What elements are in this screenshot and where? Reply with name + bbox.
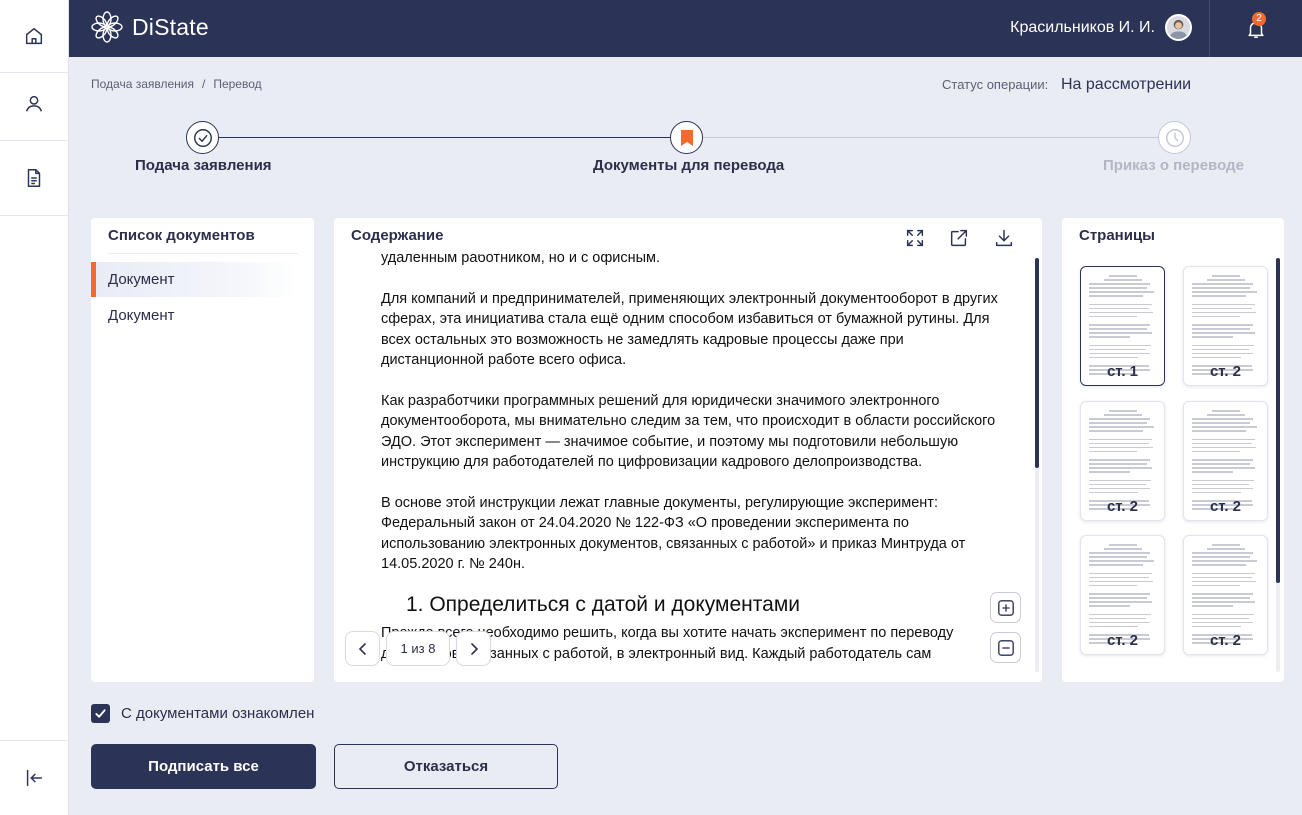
user-menu[interactable]: Красильников И. И. <box>1010 14 1192 41</box>
thumbnail-preview <box>1089 544 1157 646</box>
step-label-order: Приказ о переводе <box>1103 157 1244 174</box>
plus-square-icon <box>997 599 1014 616</box>
page-thumbnail[interactable]: ст. 2 <box>1183 401 1268 521</box>
rail-profile-button[interactable] <box>0 67 68 141</box>
documents-panel: Список документов Документ Документ <box>91 218 314 682</box>
check-circle-icon <box>193 128 212 147</box>
thumbnail-preview <box>1089 275 1157 377</box>
sign-all-button[interactable]: Подписать все <box>91 744 316 789</box>
document-paragraph: Для компаний и предпринимателей, применя… <box>381 290 998 369</box>
checkmark-icon <box>95 709 106 718</box>
chevron-right-icon <box>470 642 478 655</box>
bookmark-icon <box>680 129 693 146</box>
avatar-person-icon <box>1168 19 1189 39</box>
agreement-checkbox[interactable] <box>91 704 110 723</box>
agreement-label[interactable]: С документами ознакомлен <box>121 705 314 722</box>
page-thumbnail-label: ст. 2 <box>1209 632 1242 649</box>
document-icon <box>27 169 41 187</box>
avatar[interactable] <box>1165 14 1192 41</box>
documents-panel-title: Список документов <box>108 227 255 244</box>
breadcrumb-separator: / <box>201 77 206 91</box>
page-thumbnail[interactable]: ст. 2 <box>1080 401 1165 521</box>
notification-badge: 2 <box>1252 12 1266 26</box>
document-paragraph: Как разработчики программных решений для… <box>381 392 996 471</box>
page-thumbnail-label: ст. 2 <box>1106 498 1139 515</box>
pagination: 1 из 8 <box>345 631 491 666</box>
app-logo[interactable]: DiState <box>90 10 209 44</box>
thumbnail-preview <box>1192 275 1260 377</box>
fullscreen-icon[interactable] <box>904 227 926 249</box>
page-thumbnail-label: ст. 1 <box>1106 363 1139 380</box>
logout-icon <box>26 769 43 787</box>
notifications-button[interactable]: 2 <box>1209 0 1302 57</box>
app-name: DiState <box>132 13 209 40</box>
document-heading: 1. Определиться с датой и документами <box>406 592 800 616</box>
breadcrumb-item-application[interactable]: Подача заявления <box>91 77 194 91</box>
status-label: Статус операции: <box>942 77 1049 92</box>
chevron-left-icon <box>358 642 366 655</box>
viewer-scrollbar-thumb[interactable] <box>1035 258 1039 468</box>
left-rail <box>0 0 69 815</box>
document-paragraph: В основе этой инструкции лежат главные д… <box>381 494 966 573</box>
home-icon <box>25 27 43 45</box>
page-thumbnail-selected[interactable]: ст. 1 <box>1080 266 1165 386</box>
clock-icon <box>1165 128 1184 147</box>
step-label-documents: Документы для перевода <box>593 157 785 174</box>
pages-panel-title: Страницы <box>1079 227 1155 244</box>
previous-page-button[interactable] <box>345 631 380 666</box>
zoom-out-button[interactable] <box>990 632 1021 663</box>
download-icon[interactable] <box>993 227 1015 249</box>
decline-button[interactable]: Отказаться <box>334 744 558 789</box>
pages-panel: Страницы ст. 1 ст. 2 ст. 2 ст. 2 ст. 2 с… <box>1062 218 1284 682</box>
divider <box>108 253 298 254</box>
page-thumbnail[interactable]: ст. 2 <box>1080 535 1165 655</box>
status-value: На рассмотрении <box>1061 76 1192 93</box>
thumbnail-preview <box>1192 544 1260 646</box>
thumbnail-preview <box>1192 410 1260 512</box>
step-label-application: Подача заявления <box>135 157 272 174</box>
stepper-line-done <box>219 137 670 138</box>
document-content[interactable]: удаленным работником, но и с офисным. Дл… <box>381 254 1001 682</box>
page-thumbnail[interactable]: ст. 2 <box>1183 266 1268 386</box>
top-header: DiState Красильников И. И. 2 <box>69 0 1302 57</box>
rail-home-button[interactable] <box>0 0 68 73</box>
rail-logout-button[interactable] <box>0 740 68 815</box>
page-thumbnail-label: ст. 2 <box>1209 363 1242 380</box>
viewer-panel: Содержание удаленным работником, но и с … <box>334 218 1042 682</box>
page-thumbnail-label: ст. 2 <box>1106 632 1139 649</box>
pages-scrollbar-thumb[interactable] <box>1276 258 1280 583</box>
document-item-active[interactable]: Документ <box>91 262 296 297</box>
step-circle-application[interactable] <box>186 121 219 154</box>
breadcrumb: Подача заявления / Перевод <box>91 77 262 91</box>
breadcrumb-item-transfer[interactable]: Перевод <box>213 77 261 91</box>
user-name: Красильников И. И. <box>1010 18 1155 36</box>
page-thumbnail-label: ст. 2 <box>1209 498 1242 515</box>
document-item[interactable]: Документ <box>91 298 296 333</box>
minus-square-icon <box>997 639 1014 656</box>
page-indicator: 1 из 8 <box>386 631 450 666</box>
page-thumbnail[interactable]: ст. 2 <box>1183 535 1268 655</box>
rail-documents-button[interactable] <box>0 141 68 216</box>
step-circle-documents[interactable] <box>670 121 703 154</box>
stepper-line-pending <box>703 137 1158 138</box>
open-external-icon[interactable] <box>948 227 970 249</box>
zoom-in-button[interactable] <box>990 592 1021 623</box>
step-circle-order[interactable] <box>1158 121 1191 154</box>
viewer-title: Содержание <box>351 227 444 244</box>
thumbnail-preview <box>1089 410 1157 512</box>
user-icon <box>25 95 43 112</box>
logo-flower-icon <box>91 11 123 43</box>
next-page-button[interactable] <box>456 631 491 666</box>
document-paragraph: удаленным работником, но и с офисным. <box>381 254 661 266</box>
